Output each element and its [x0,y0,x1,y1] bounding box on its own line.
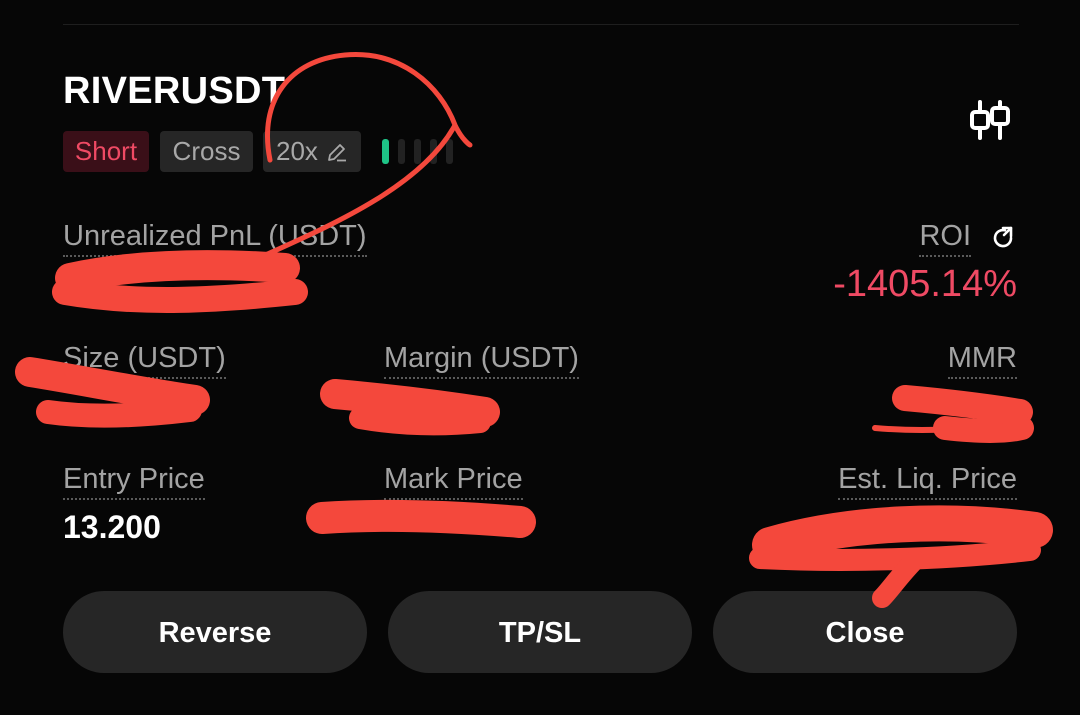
margin-mode-badge[interactable]: Cross [160,131,253,172]
settings-sliders-icon[interactable] [966,98,1014,142]
liq-price-label[interactable]: Est. Liq. Price [838,462,1017,500]
side-badge: Short [63,131,149,172]
leverage-button[interactable]: 20x [263,131,361,172]
reverse-button[interactable]: Reverse [63,591,367,673]
top-divider [63,24,1019,25]
leverage-label: 20x [276,136,318,166]
size-label[interactable]: Size (USDT) [63,341,226,379]
mmr-label[interactable]: MMR [947,341,1017,379]
unrealized-pnl-label[interactable]: Unrealized PnL (USDT) [63,219,367,257]
entry-price-value: 13.200 [63,509,161,545]
adl-bar [382,139,389,164]
roi-label[interactable]: ROI [919,219,971,257]
entry-price-label[interactable]: Entry Price [63,462,205,500]
adl-bar [430,139,437,164]
position-symbol: RIVERUSDT [63,70,286,112]
refresh-share-icon[interactable] [989,224,1017,252]
edit-pencil-icon [328,144,346,162]
adl-bar [398,139,405,164]
roi-value: -1405.14% [833,263,1017,305]
close-button[interactable]: Close [713,591,1017,673]
adl-bar [446,139,453,164]
adl-bar [414,139,421,164]
mark-price-label[interactable]: Mark Price [384,462,523,500]
tpsl-button[interactable]: TP/SL [388,591,692,673]
margin-label[interactable]: Margin (USDT) [384,341,579,379]
